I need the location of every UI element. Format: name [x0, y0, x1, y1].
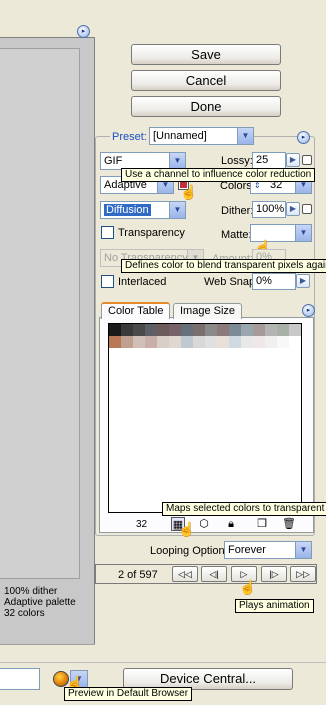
lossy-input[interactable]: 25 — [252, 152, 286, 169]
color-swatch[interactable] — [157, 324, 169, 336]
channel-mask-icon[interactable] — [302, 155, 312, 165]
color-swatch[interactable] — [253, 336, 265, 348]
color-swatch[interactable] — [217, 324, 229, 336]
color-swatch[interactable] — [169, 324, 181, 336]
dither-algorithm-select[interactable]: Diffusion ▼ — [100, 201, 186, 219]
tab-color-table[interactable]: Color Table — [101, 302, 171, 319]
frame-indicator: 2 of 597 — [118, 569, 158, 581]
color-swatch[interactable] — [241, 336, 253, 348]
color-swatch[interactable] — [205, 336, 217, 348]
chevron-down-icon: ▼ — [237, 128, 253, 144]
dither-algorithm-value: Diffusion — [104, 204, 151, 216]
cancel-button[interactable]: Cancel — [131, 70, 281, 91]
color-swatch[interactable] — [229, 324, 241, 336]
first-frame-icon[interactable]: ◁◁ — [172, 566, 198, 582]
color-swatch[interactable] — [193, 336, 205, 348]
color-table-grid[interactable] — [108, 323, 302, 513]
looping-select[interactable]: Forever ▼ — [224, 541, 312, 559]
last-frame-icon[interactable]: ▷▷ — [290, 566, 316, 582]
previous-frame-icon[interactable]: ◁| — [201, 566, 227, 582]
new-color-icon[interactable]: ❐ — [255, 517, 269, 531]
looping-value: Forever — [228, 544, 266, 556]
format-value: GIF — [104, 155, 123, 167]
tooltip-browser: Preview in Default Browser — [64, 687, 193, 701]
chevron-down-icon: ▼ — [295, 225, 311, 241]
trash-icon[interactable]: 🗑︎ — [282, 517, 296, 531]
color-swatch[interactable] — [181, 324, 193, 336]
color-swatch[interactable] — [229, 336, 241, 348]
hand-cursor-icon: ☝ — [180, 184, 198, 200]
color-count: 32 — [136, 519, 148, 530]
color-swatch[interactable] — [145, 336, 157, 348]
tooltip-transparent: Maps selected colors to transparent — [162, 502, 326, 516]
divider — [0, 662, 326, 663]
color-swatch[interactable] — [169, 336, 181, 348]
dither-slider-arrow-icon[interactable]: ▶ — [286, 202, 300, 216]
web-shift-cube-icon[interactable]: ⬡ — [197, 517, 211, 531]
tooltip-channel: Use a channel to influence color reducti… — [121, 168, 316, 182]
color-swatch[interactable] — [205, 324, 217, 336]
dither-mask-icon[interactable] — [302, 204, 312, 214]
color-swatch[interactable] — [133, 336, 145, 348]
color-swatch[interactable] — [253, 324, 265, 336]
color-swatch[interactable] — [277, 336, 289, 348]
web-snap-input[interactable]: 0% — [252, 273, 296, 290]
chevron-down-icon: ▼ — [169, 202, 185, 218]
transparency-label: Transparency — [118, 227, 185, 239]
tooltip-matte: Defines color to blend transparent pixel… — [121, 259, 326, 273]
interlaced-checkbox[interactable] — [101, 275, 114, 288]
transparency-checkbox[interactable] — [101, 226, 114, 239]
preset-label: Preset: — [110, 131, 149, 143]
done-button[interactable]: Done — [131, 96, 281, 117]
preview-menu-icon[interactable]: ▸ — [77, 25, 90, 38]
next-frame-icon[interactable]: |▷ — [261, 566, 287, 582]
chevron-down-icon: ▼ — [169, 153, 185, 169]
web-snap-slider-arrow-icon[interactable]: ▶ — [296, 274, 310, 288]
interlaced-label: Interlaced — [118, 276, 167, 288]
preset-value: [Unnamed] — [153, 130, 207, 142]
optimize-menu-icon[interactable]: ▸ — [297, 131, 310, 144]
dither-input[interactable]: 100% — [252, 201, 286, 218]
optimized-preview-image[interactable] — [0, 48, 80, 579]
lossy-slider-arrow-icon[interactable]: ▶ — [286, 153, 300, 167]
color-swatch[interactable] — [289, 336, 301, 348]
divider — [0, 644, 95, 645]
tooltip-play: Plays animation — [235, 599, 314, 613]
chevron-down-icon: ▼ — [295, 542, 311, 558]
hand-cursor-icon: ☝ — [178, 521, 196, 537]
preview-info-dither: 100% dither — [4, 586, 58, 597]
color-swatch[interactable] — [133, 324, 145, 336]
color-swatch[interactable] — [109, 324, 121, 336]
color-table-menu-icon[interactable]: ▸ — [302, 304, 315, 317]
save-button[interactable]: Save — [131, 44, 281, 65]
color-swatch[interactable] — [145, 324, 157, 336]
color-swatch[interactable] — [217, 336, 229, 348]
color-swatch[interactable] — [121, 336, 133, 348]
color-swatch[interactable] — [157, 336, 169, 348]
color-swatch[interactable] — [181, 336, 193, 348]
color-swatch[interactable] — [109, 336, 121, 348]
color-swatch[interactable] — [265, 336, 277, 348]
lossy-label: Lossy: — [221, 155, 253, 167]
zoom-field[interactable] — [0, 668, 40, 690]
color-swatch[interactable] — [277, 324, 289, 336]
tab-image-size[interactable]: Image Size — [173, 303, 243, 319]
preview-info-colors: 32 colors — [4, 608, 45, 619]
color-swatch[interactable] — [241, 324, 253, 336]
web-snap-label: Web Snap: — [204, 276, 259, 288]
color-swatch[interactable] — [121, 324, 133, 336]
matte-label: Matte: — [221, 229, 252, 241]
color-swatch[interactable] — [193, 324, 205, 336]
dither-label: Dither: — [221, 205, 254, 217]
lock-icon[interactable]: 🔒︎ — [224, 517, 238, 531]
preset-select[interactable]: [Unnamed] ▼ — [149, 127, 254, 145]
hand-cursor-icon: ☝ — [239, 579, 257, 595]
looping-label: Looping Options: — [150, 545, 234, 557]
color-swatch[interactable] — [289, 324, 301, 336]
color-swatch[interactable] — [265, 324, 277, 336]
preview-info-palette: Adaptive palette — [4, 597, 76, 608]
